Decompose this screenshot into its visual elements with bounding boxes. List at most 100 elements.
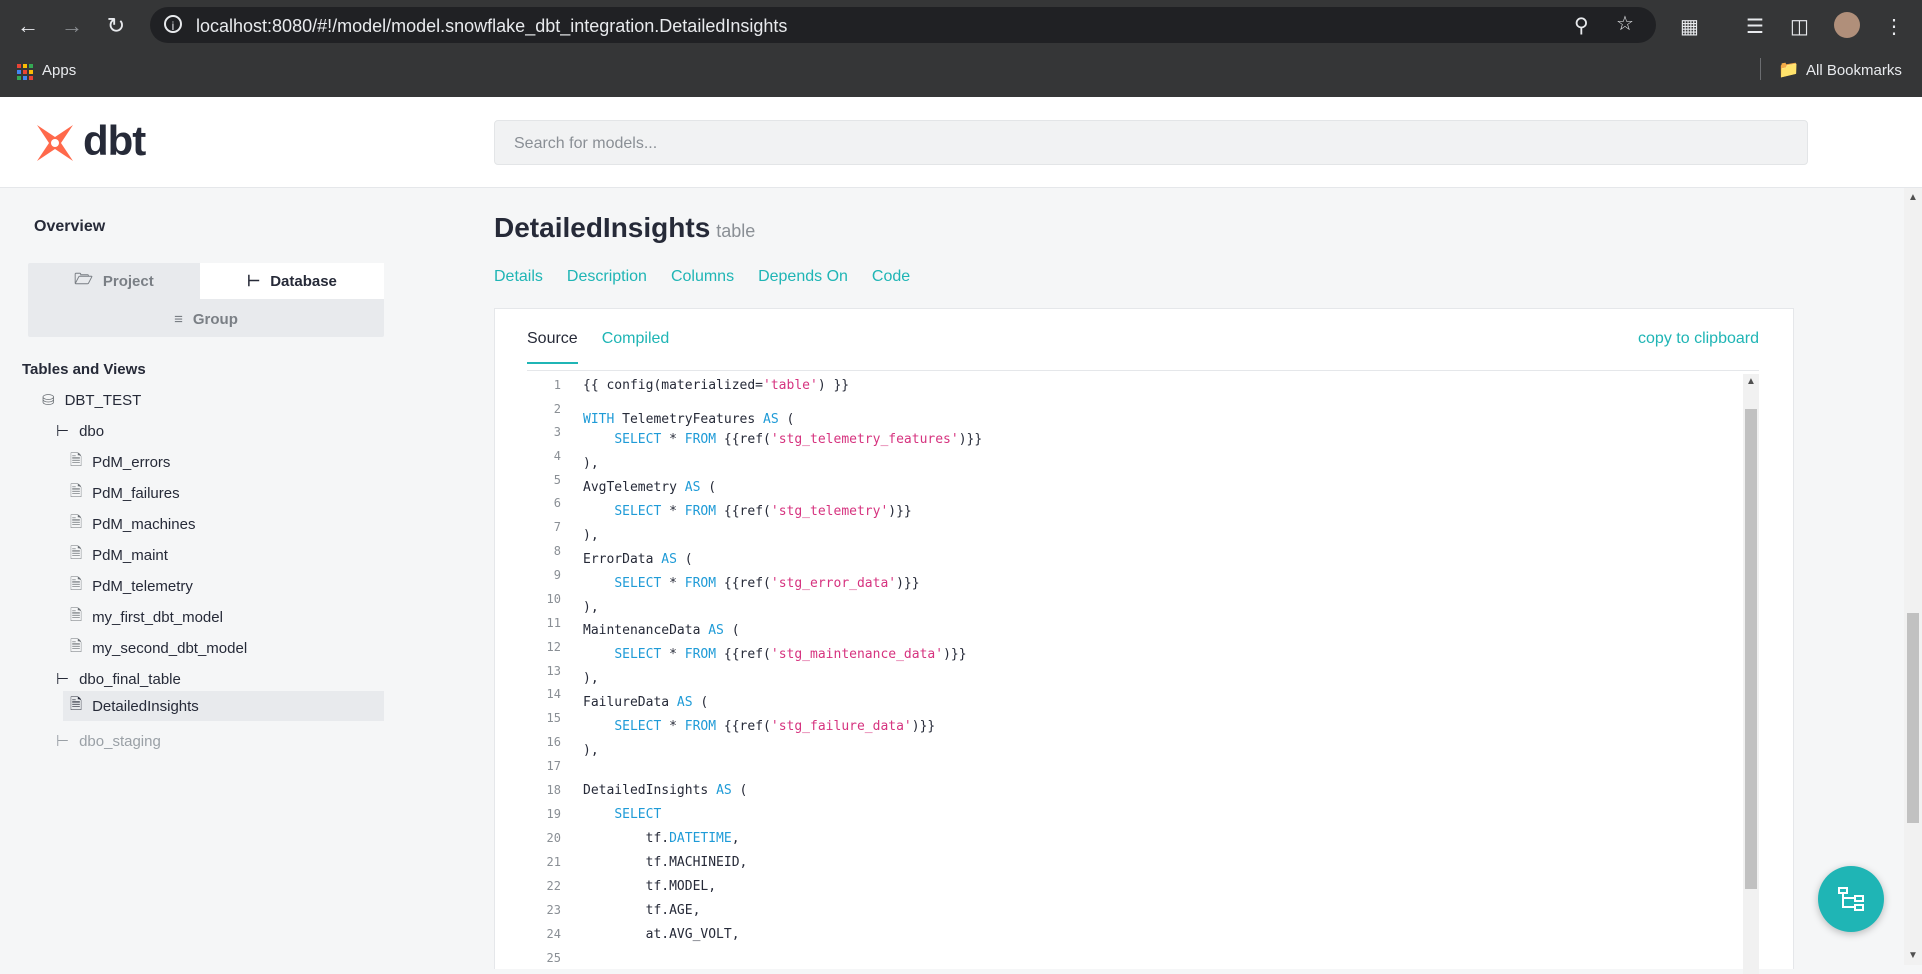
tree-item-model[interactable]: 🗎 my_first_dbt_model bbox=[70, 602, 223, 632]
tree-item-model[interactable]: 🗎 PdM_machines bbox=[70, 509, 195, 539]
tree-item-schema[interactable]: ⊢ dbo_final_table bbox=[56, 664, 181, 694]
url-text[interactable]: localhost:8080/#!/model/model.snowflake_… bbox=[196, 16, 787, 37]
code-scrollbar-thumb[interactable] bbox=[1745, 409, 1757, 889]
menu-kebab-icon[interactable]: ⋮ bbox=[1884, 14, 1904, 39]
code-line: 21 bbox=[527, 855, 561, 875]
code-scrollbar[interactable]: ▲ bbox=[1743, 374, 1759, 974]
search-box[interactable] bbox=[494, 120, 1828, 166]
overview-link[interactable]: Overview bbox=[34, 218, 105, 236]
tree-item-model[interactable]: 🗎 PdM_telemetry bbox=[70, 571, 193, 601]
forward-icon[interactable]: → bbox=[58, 12, 86, 40]
code-text: SELECT * FROM {{ref('stg_telemetry_featu… bbox=[614, 432, 983, 447]
line-number: 25 bbox=[546, 951, 561, 965]
tree-item-model[interactable]: 🗎 PdM_failures bbox=[70, 478, 180, 508]
divider bbox=[527, 370, 1759, 371]
tree-item-schema[interactable]: ⊢ dbo bbox=[56, 416, 104, 446]
tab-source[interactable]: Source bbox=[527, 330, 578, 364]
code-line: 18 bbox=[527, 783, 561, 803]
code-line: 24 bbox=[527, 927, 561, 947]
scroll-down-icon[interactable]: ▼ bbox=[1908, 950, 1918, 961]
file-icon: 🗎 bbox=[70, 637, 83, 655]
apps-link[interactable]: Apps bbox=[42, 62, 76, 79]
site-info-icon[interactable]: i bbox=[164, 15, 182, 33]
code-line: 5 bbox=[527, 473, 561, 493]
all-bookmarks-link[interactable]: All Bookmarks bbox=[1806, 62, 1902, 79]
scroll-up-icon[interactable]: ▲ bbox=[1746, 376, 1756, 387]
tab-project[interactable]: 🗁 Project bbox=[28, 263, 200, 299]
code-text: ), bbox=[583, 528, 599, 543]
line-number: 7 bbox=[553, 520, 561, 534]
tab-columns[interactable]: Columns bbox=[671, 268, 734, 286]
code-line: 10 bbox=[527, 592, 561, 612]
code-text: SELECT * FROM {{ref('stg_error_data')}} bbox=[614, 576, 920, 591]
database-icon: ⛁ bbox=[42, 392, 55, 409]
folder-icon: 📁 bbox=[1778, 60, 1800, 79]
side-panel-icon[interactable]: ◫ bbox=[1790, 14, 1809, 39]
tab-code[interactable]: Code bbox=[872, 268, 910, 286]
tab-depends-on[interactable]: Depends On bbox=[758, 268, 848, 286]
code-text: DetailedInsights AS ( bbox=[583, 783, 748, 798]
tree-item-model[interactable]: 🗎 PdM_maint bbox=[70, 540, 168, 570]
lineage-tree-icon bbox=[1838, 887, 1864, 911]
line-number: 11 bbox=[546, 616, 561, 630]
page-title: DetailedInsights table bbox=[494, 212, 755, 244]
media-icon[interactable]: ☰ bbox=[1746, 14, 1764, 39]
tab-group-label: Group bbox=[192, 310, 238, 328]
copy-to-clipboard-button[interactable]: copy to clipboard bbox=[1638, 330, 1759, 348]
bookmark-star-icon[interactable]: ☆ bbox=[1616, 11, 1634, 36]
address-bar[interactable]: i localhost:8080/#!/model/model.snowflak… bbox=[150, 7, 1656, 43]
file-icon: 🗎 bbox=[70, 575, 83, 593]
tab-compiled[interactable]: Compiled bbox=[602, 330, 670, 364]
bookmarks-divider bbox=[1760, 58, 1761, 80]
tab-description[interactable]: Description bbox=[567, 268, 647, 286]
tree-item-model-selected[interactable]: 🗎 DetailedInsights bbox=[63, 691, 384, 721]
code-line: 20 bbox=[527, 831, 561, 851]
zoom-icon[interactable]: ⚲ bbox=[1574, 13, 1589, 38]
section-tabs: Details Description Columns Depends On C… bbox=[494, 268, 910, 286]
code-text: WITH TelemetryFeatures AS ( bbox=[583, 412, 795, 427]
folder-icon: 🗁 bbox=[74, 270, 93, 288]
code-line: 8 bbox=[527, 544, 561, 564]
line-number: 18 bbox=[546, 783, 561, 797]
line-number: 21 bbox=[546, 855, 561, 869]
scroll-up-icon[interactable]: ▲ bbox=[1908, 192, 1918, 203]
tree-item-label: dbo_staging bbox=[79, 732, 161, 750]
code-line: 16 bbox=[527, 735, 561, 755]
profile-avatar[interactable] bbox=[1834, 12, 1860, 38]
lineage-graph-button[interactable] bbox=[1818, 866, 1884, 932]
tree-item-label: PdM_errors bbox=[92, 453, 171, 471]
page-scrollbar[interactable]: ▲ ▼ bbox=[1904, 188, 1922, 965]
dbt-logo-icon[interactable] bbox=[33, 121, 77, 165]
tree-item-label: DBT_TEST bbox=[64, 391, 142, 409]
bookmarks-bar: Apps 📁 All Bookmarks bbox=[0, 56, 1922, 86]
page-scrollbar-thumb[interactable] bbox=[1907, 613, 1919, 823]
tab-database[interactable]: ⊢ Database bbox=[200, 263, 384, 299]
code-text: ), bbox=[583, 671, 599, 686]
line-number: 4 bbox=[553, 449, 561, 463]
extensions-icon[interactable]: ▦ bbox=[1680, 14, 1699, 39]
main-content: DetailedInsights table Details Descriptio… bbox=[494, 188, 1804, 974]
tab-details[interactable]: Details bbox=[494, 268, 543, 286]
code-line: 4 bbox=[527, 449, 561, 469]
back-icon[interactable]: ← bbox=[14, 12, 42, 40]
tree-item-model[interactable]: 🗎 my_second_dbt_model bbox=[70, 633, 247, 663]
search-input[interactable] bbox=[495, 121, 1828, 166]
tree-item-database[interactable]: ⛁ DBT_TEST bbox=[42, 385, 141, 415]
tab-group[interactable]: ≡ Group bbox=[28, 301, 384, 337]
tab-project-label: Project bbox=[102, 272, 154, 290]
code-line: 14 bbox=[527, 687, 561, 707]
tree-item-model[interactable]: 🗎 PdM_errors bbox=[70, 447, 170, 477]
line-number: 19 bbox=[546, 807, 561, 821]
reload-icon[interactable]: ↻ bbox=[102, 12, 130, 40]
apps-grid-icon[interactable] bbox=[17, 64, 33, 80]
code-line: 9 bbox=[527, 568, 561, 588]
line-number: 8 bbox=[553, 544, 561, 558]
code-block[interactable]: 1 {{ config(materialized='table') }} 2 3… bbox=[527, 374, 1757, 974]
model-type: table bbox=[716, 221, 756, 241]
code-text: ), bbox=[583, 456, 599, 471]
code-panel: Source Compiled copy to clipboard 1 {{ c… bbox=[494, 308, 1794, 974]
file-icon: 🗎 bbox=[70, 451, 83, 469]
app-header: dbt bbox=[0, 97, 1922, 188]
tree-item-schema[interactable]: ⊢ dbo_staging bbox=[56, 726, 161, 756]
filter-icon: ≡ bbox=[174, 310, 183, 328]
